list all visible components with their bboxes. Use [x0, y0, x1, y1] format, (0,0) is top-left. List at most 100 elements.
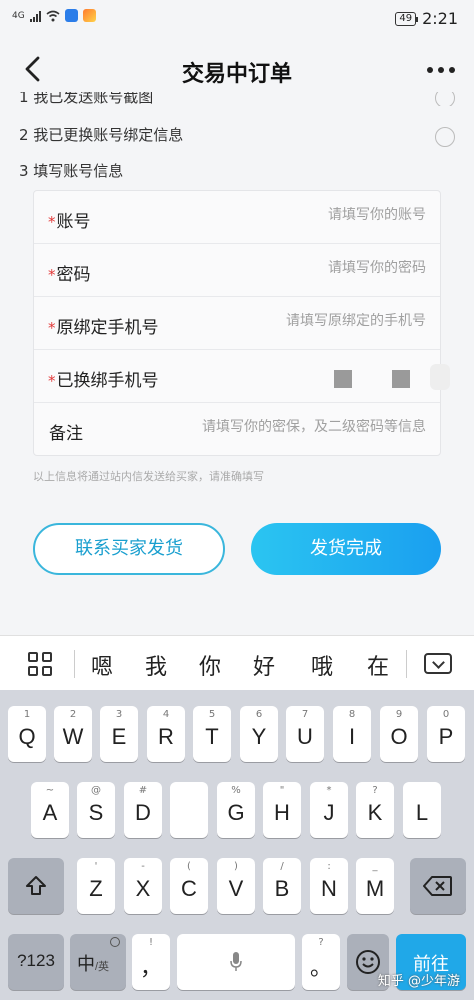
checklist-item-2[interactable]: 2 我已更换账号绑定信息 [19, 124, 459, 147]
comma-key[interactable]: !， [132, 934, 170, 990]
note-input[interactable] [146, 419, 426, 435]
key-n[interactable]: :N [310, 858, 348, 914]
form-row-note[interactable]: 备注 [34, 403, 440, 456]
backspace-key[interactable] [410, 858, 466, 914]
account-input[interactable] [146, 207, 426, 223]
checklist-item-3: 3 填写账号信息 [19, 160, 459, 181]
account-info-form: *账号 *密码 *原绑定手机号 *已换绑手机号 备注 [33, 190, 450, 456]
key-label: T [205, 724, 219, 749]
key-m[interactable]: _ M [356, 858, 394, 914]
key-t[interactable]: 5T [193, 706, 231, 762]
key-label: U [297, 724, 313, 749]
key-a[interactable]: ~ A [31, 782, 69, 838]
checklist-label: 1 我已发送账号截图 [19, 92, 154, 106]
key-hint: " [279, 785, 285, 796]
key-v[interactable]: ) V [217, 858, 255, 914]
key-label: J [323, 800, 335, 825]
candidate-word[interactable]: 嗯 [82, 649, 122, 681]
field-label: *已换绑手机号 [48, 366, 159, 391]
status-right: 49 2:21 [395, 9, 458, 28]
key-label: X [135, 876, 151, 901]
shipping-done-button[interactable]: 发货完成 [251, 523, 441, 575]
candidate-word[interactable]: 我 [136, 649, 176, 681]
key-w[interactable]: 2W [54, 706, 92, 762]
redacted-edge [430, 364, 450, 390]
status-left: 4G [12, 9, 96, 22]
ime-candidate-bar: 嗯 我 你 好 哦 在 [0, 635, 474, 690]
key-hint: ? [372, 785, 378, 796]
original-phone-input[interactable] [146, 313, 426, 329]
nav-bar: 交易中订单 [0, 38, 474, 100]
key-q[interactable]: 1Q [8, 706, 46, 762]
key-l[interactable]: L [403, 782, 441, 838]
keyboard-collapse-icon[interactable] [424, 653, 452, 674]
key-e[interactable]: 3E [100, 706, 138, 762]
key-label: I [348, 724, 356, 749]
redacted-block [334, 370, 352, 388]
apps-grid-icon[interactable] [28, 652, 52, 676]
form-hint: 以上信息将通过站内信发送给买家，请准确填写 [33, 470, 264, 483]
checklist-label: 2 我已更换账号绑定信息 [19, 126, 184, 144]
key-j[interactable]: * J [310, 782, 348, 838]
key-z[interactable]: ' Z [77, 858, 115, 914]
candidate-word[interactable]: 你 [190, 649, 230, 681]
password-input[interactable] [146, 260, 426, 276]
key-k[interactable]: ? K [356, 782, 394, 838]
candidate-word[interactable]: 哦 [302, 649, 342, 681]
checklist-item-1[interactable]: 1 我已发送账号截图 [19, 92, 459, 106]
key-hint: - [141, 861, 145, 872]
key-label: ?123 [17, 951, 55, 970]
key-label: W [62, 724, 84, 749]
candidate-word[interactable]: 好 [244, 649, 284, 681]
key-h[interactable]: " H [263, 782, 301, 838]
language-key[interactable]: 中/英 [70, 934, 126, 990]
candidate-word[interactable]: 在 [358, 649, 398, 681]
key-label: 。 [309, 955, 332, 980]
key-f[interactable] [170, 782, 208, 838]
key-y[interactable]: 6Y [240, 706, 278, 762]
form-row-account[interactable]: *账号 [34, 191, 440, 244]
required-marker: * [48, 213, 56, 231]
radio-button[interactable] [435, 92, 455, 106]
key-hint: * [326, 785, 332, 796]
key-u[interactable]: 7U [286, 706, 324, 762]
form-row-original-phone[interactable]: *原绑定手机号 [34, 297, 440, 350]
contact-buyer-button[interactable]: 联系买家发货 [33, 523, 225, 575]
lang-secondary: /英 [94, 961, 110, 973]
form-row-new-phone[interactable]: *已换绑手机号 [34, 350, 450, 403]
key-g[interactable]: % G [217, 782, 255, 838]
numbers-key[interactable]: ?123 [8, 934, 64, 990]
key-x[interactable]: -X [124, 858, 162, 914]
key-b[interactable]: / B [263, 858, 301, 914]
lang-primary: 中 [76, 954, 95, 974]
key-p[interactable]: 0P [427, 706, 465, 762]
period-key[interactable]: ?。 [302, 934, 340, 990]
key-label: R [158, 724, 174, 749]
key-hint: ? [318, 937, 324, 948]
radio-button[interactable] [435, 127, 455, 147]
key-label: M [365, 876, 385, 901]
shift-icon [26, 876, 46, 895]
field-label-text: 账号 [56, 212, 91, 232]
key-c[interactable]: (C [170, 858, 208, 914]
app-notification-icon-2 [82, 9, 96, 22]
shift-key[interactable] [8, 858, 64, 914]
key-hint: ' [94, 861, 98, 872]
more-options-icon[interactable] [424, 60, 458, 80]
key-r[interactable]: 4R [147, 706, 185, 762]
field-label: 备注 [48, 419, 83, 444]
key-i[interactable]: 8I [333, 706, 371, 762]
space-key[interactable] [177, 934, 295, 990]
key-d[interactable]: # D [124, 782, 162, 838]
key-label: K [367, 800, 383, 825]
form-row-password[interactable]: *密码 [34, 244, 440, 297]
key-hint: 3 [115, 709, 123, 720]
key-label: L [415, 800, 429, 825]
key-s[interactable]: @ S [77, 782, 115, 838]
signal-icon [29, 10, 41, 22]
key-label: O [390, 724, 408, 749]
key-hint: 4 [162, 709, 170, 720]
key-label: ， [139, 955, 162, 980]
app-notification-icon [64, 9, 78, 22]
key-o[interactable]: 9O [380, 706, 418, 762]
